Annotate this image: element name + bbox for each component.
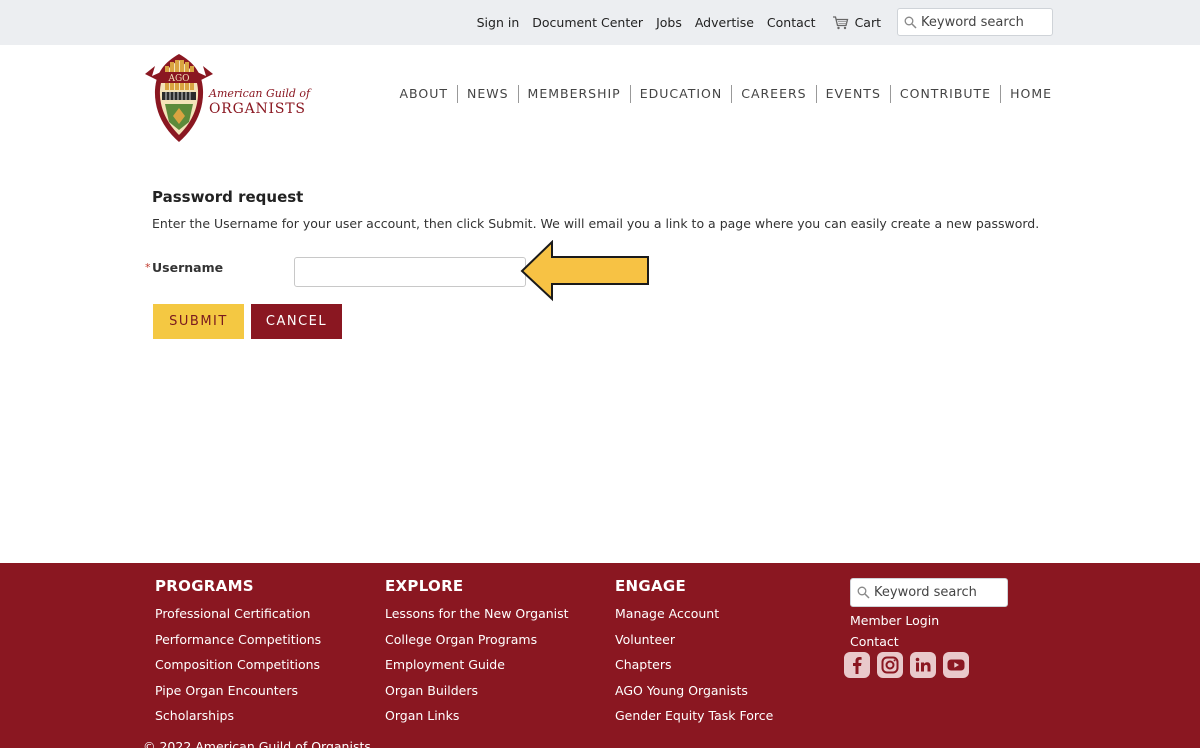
nav-contribute[interactable]: CONTRIBUTE [889, 85, 1000, 103]
advertise-link[interactable]: Advertise [695, 15, 754, 30]
logo-line1: American Guild of [209, 87, 311, 100]
footer-search-input[interactable] [874, 585, 994, 600]
footer: PROGRAMS Professional Certification Perf… [0, 563, 1200, 754]
footer-explore: EXPLORE Lessons for the New Organist Col… [385, 577, 569, 729]
footer-link[interactable]: Organ Links [385, 703, 569, 729]
linkedin-icon[interactable] [910, 652, 936, 678]
logo-line2: ORGANISTS [209, 101, 306, 117]
utility-bar: Sign in Document Center Jobs Advertise C… [0, 0, 1200, 45]
footer-link[interactable]: Scholarships [155, 703, 321, 729]
youtube-icon[interactable] [943, 652, 969, 678]
cart-link[interactable]: Cart [832, 15, 881, 30]
footer-explore-heading: EXPLORE [385, 577, 464, 595]
footer-programs-heading: PROGRAMS [155, 577, 254, 595]
footer-link[interactable]: Employment Guide [385, 652, 569, 678]
footer-engage-heading: ENGAGE [615, 577, 687, 595]
sign-in-link[interactable]: Sign in [477, 15, 520, 30]
top-search-input[interactable] [921, 14, 1041, 30]
username-input[interactable] [294, 257, 526, 287]
facebook-icon[interactable] [844, 652, 870, 678]
annotation-arrow [520, 240, 649, 302]
main-nav: ABOUT NEWS MEMBERSHIP EDUCATION CAREERS … [390, 85, 1052, 103]
nav-about[interactable]: ABOUT [390, 85, 457, 103]
nav-home[interactable]: HOME [1000, 85, 1052, 103]
utility-links: Sign in Document Center Jobs Advertise C… [464, 15, 881, 30]
footer-link[interactable]: Organ Builders [385, 678, 569, 704]
footer-link[interactable]: AGO Young Organists [615, 678, 773, 704]
logo-badge-text: AGO [167, 74, 189, 84]
footer-link[interactable]: Manage Account [615, 601, 773, 627]
cart-label: Cart [854, 15, 881, 30]
form-instructions: Enter the Username for your user account… [152, 216, 1040, 231]
footer-link[interactable]: Lessons for the New Organist [385, 601, 569, 627]
member-login-link[interactable]: Member Login [850, 613, 939, 628]
footer-engage: ENGAGE Manage Account Volunteer Chapters… [615, 577, 773, 729]
footer-link[interactable]: College Organ Programs [385, 627, 569, 653]
footer-contact-link[interactable]: Contact [850, 634, 899, 649]
cart-icon [832, 15, 848, 29]
submit-button[interactable]: SUBMIT [153, 304, 244, 339]
footer-link[interactable]: Composition Competitions [155, 652, 321, 678]
nav-events[interactable]: EVENTS [815, 85, 890, 103]
footer-link[interactable]: Volunteer [615, 627, 773, 653]
footer-link[interactable]: Chapters [615, 652, 773, 678]
required-marker: * [145, 261, 151, 274]
search-icon [904, 16, 917, 29]
username-label: Username [152, 260, 224, 275]
footer-link[interactable]: Gender Equity Task Force [615, 703, 773, 729]
copyright: © 2022 American Guild of Organists [143, 739, 371, 754]
cancel-button[interactable]: CANCEL [251, 304, 342, 339]
contact-link[interactable]: Contact [767, 15, 816, 30]
nav-news[interactable]: NEWS [456, 85, 518, 103]
nav-careers[interactable]: CAREERS [731, 85, 815, 103]
footer-programs: PROGRAMS Professional Certification Perf… [155, 577, 321, 729]
footer-link[interactable]: Performance Competitions [155, 627, 321, 653]
footer-search-box[interactable] [850, 578, 1008, 607]
document-center-link[interactable]: Document Center [532, 15, 643, 30]
top-search-box[interactable] [897, 8, 1053, 36]
nav-education[interactable]: EDUCATION [629, 85, 732, 103]
footer-link[interactable]: Professional Certification [155, 601, 321, 627]
footer-link[interactable]: Pipe Organ Encounters [155, 678, 321, 704]
jobs-link[interactable]: Jobs [656, 15, 682, 30]
page-title: Password request [152, 188, 304, 206]
nav-membership[interactable]: MEMBERSHIP [517, 85, 630, 103]
instagram-icon[interactable] [877, 652, 903, 678]
search-icon [857, 586, 870, 599]
social-links [844, 652, 969, 678]
